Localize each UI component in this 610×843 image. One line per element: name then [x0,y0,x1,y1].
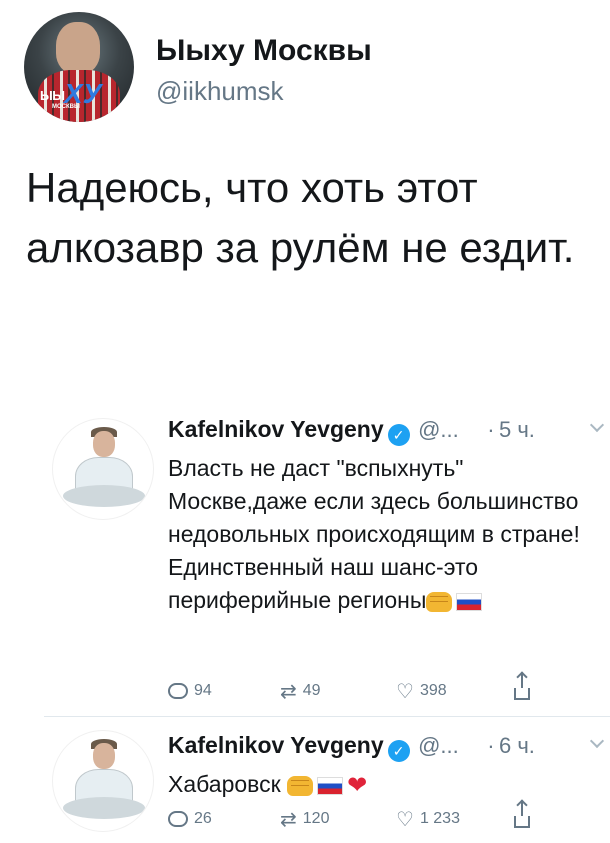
share-button[interactable] [514,674,530,706]
retweet-button[interactable]: ⇄ 120 [280,804,329,834]
retweet-count: 120 [302,810,330,827]
reply-count: 94 [194,682,212,699]
heart-icon: ♡ [396,808,414,831]
author-handle[interactable]: @iikhumsk [156,76,284,107]
avatar-logo-ya: ЫЫ [40,88,65,103]
quoted-tweet-time[interactable]: 6 ч. [499,733,535,758]
share-button[interactable] [514,802,530,834]
avatar-face [93,743,115,769]
quoted-tweet[interactable]: Kafelnikov Yevgeny ✓ @... · 6 ч. Хабаровс… [44,716,610,843]
avatar-logo-msk: МОСКВЫ [52,104,80,110]
separator-dot: · [487,417,495,442]
chevron-down-icon[interactable] [589,417,605,433]
fist-emoji [287,775,314,796]
author-display-name[interactable]: Ыыху Москвы [156,34,372,68]
reply-button[interactable]: 26 [168,804,212,834]
verified-badge-icon: ✓ [387,740,410,762]
avatar-logo: ЫЫ ХУ МОСКВЫ [40,78,112,110]
russia-flag-emoji [317,776,344,795]
share-icon [514,674,530,700]
quoted-tweet[interactable]: Kafelnikov Yevgeny ✓ @... · 5 ч. Власть н… [44,400,610,715]
retweet-icon: ⇄ [280,680,297,703]
share-icon [514,802,530,828]
quoted-tweet-text: Власть не даст "вспыхнуть" Москве,даже е… [168,452,598,617]
quoted-tweet-body: Власть не даст "вспыхнуть" Москве,даже е… [168,455,580,613]
tweet-text: Надеюсь, что хоть этот алкозавр за рулём… [26,164,575,271]
quoted-tweet-header: Kafelnikov Yevgeny ✓ @... · 5 ч. [168,416,608,446]
chevron-down-icon[interactable] [589,733,605,749]
heart-emoji: ❤ [347,771,368,799]
reply-icon [168,683,188,699]
retweet-icon: ⇄ [280,808,297,831]
tweet-actions: 26 ⇄ 120 ♡ 1 233 [168,802,608,834]
reply-icon [168,811,188,827]
tweet-header: ЫЫ ХУ МОСКВЫ Ыыху Москвы @iikhumsk [24,12,594,122]
quoted-tweet-text: Хабаровск ❤ [168,768,598,801]
tweet-actions: 94 ⇄ 49 ♡ 398 [168,674,608,706]
avatar-legs [63,797,145,819]
quoted-tweet-header: Kafelnikov Yevgeny ✓ @... · 6 ч. [168,732,608,762]
quoted-author-name[interactable]: Kafelnikov Yevgeny [168,416,384,442]
like-count: 398 [419,682,447,699]
like-button[interactable]: ♡ 1 233 [396,804,460,834]
quoted-author-name[interactable]: Kafelnikov Yevgeny [168,732,384,758]
retweet-count: 49 [302,682,321,699]
like-button[interactable]: ♡ 398 [396,676,447,706]
quoted-author-handle[interactable]: @... [418,417,459,442]
author-avatar[interactable]: ЫЫ ХУ МОСКВЫ [24,12,134,122]
fist-emoji [426,591,453,612]
heart-icon: ♡ [396,680,414,703]
quoted-author-handle[interactable]: @... [418,733,459,758]
quoted-tweet-time[interactable]: 5 ч. [499,417,535,442]
avatar-face [93,431,115,457]
quoted-author-avatar[interactable] [52,730,154,832]
quoted-author-avatar[interactable] [52,418,154,520]
verified-badge-icon: ✓ [387,424,410,446]
quoted-tweet-body: Хабаровск [168,771,281,797]
separator-dot: · [487,733,495,758]
reply-count: 26 [194,810,212,827]
retweet-button[interactable]: ⇄ 49 [280,676,321,706]
reply-button[interactable]: 94 [168,676,212,706]
avatar-legs [63,485,145,507]
like-count: 1 233 [419,810,460,827]
russia-flag-emoji [456,592,483,611]
avatar-face [56,22,100,74]
